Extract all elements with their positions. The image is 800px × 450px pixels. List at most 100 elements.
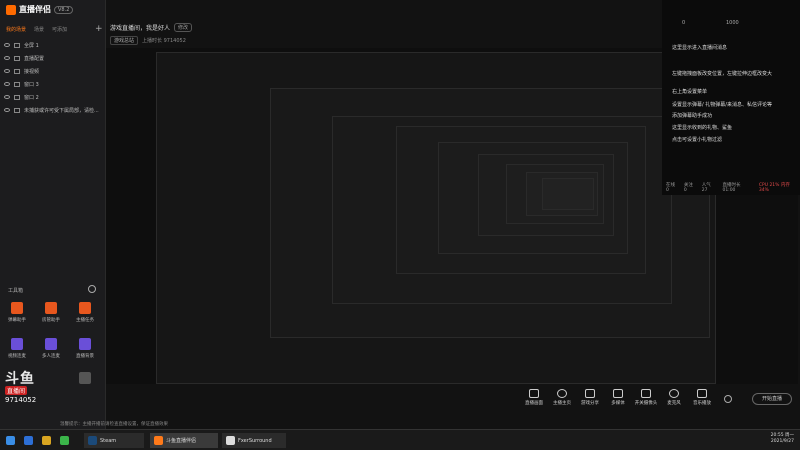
edit-title-button[interactable]: 修改 — [174, 23, 193, 32]
tool-label: 多人连麦 — [42, 354, 60, 359]
danmu-message: 这里显示进入直播间消息 — [672, 45, 728, 51]
logo-icon — [6, 4, 16, 15]
source-label: 未捕获或许可受下属局部，请检... — [24, 107, 99, 114]
settings-icon[interactable] — [724, 395, 732, 403]
windows-icon — [6, 436, 15, 445]
clock-date: 2021/9/27 — [770, 439, 794, 444]
tab-scenes[interactable]: 场景 — [34, 26, 44, 33]
tool-label: 音乐播放 — [693, 401, 711, 406]
tab-my-scenes[interactable]: 我的场景 — [6, 26, 26, 33]
tool-danmu[interactable]: 弹幕助手 — [2, 302, 32, 323]
refresh-icon[interactable] — [88, 285, 96, 293]
tool-label: 直播背景 — [76, 354, 94, 359]
eye-icon[interactable] — [4, 69, 10, 73]
taskbar-app-steam[interactable]: Steam — [84, 433, 144, 448]
folder-icon — [42, 436, 51, 445]
tool-room-admin[interactable]: 房管助手 — [36, 302, 66, 323]
preview-layer — [542, 178, 594, 210]
video-link-icon — [11, 338, 23, 350]
add-source-button[interactable]: + — [95, 24, 103, 34]
taskbar-pin[interactable] — [38, 433, 55, 448]
source-label: 接视频 — [24, 68, 40, 75]
music-button[interactable]: 音乐播放 — [686, 389, 718, 406]
source-row[interactable]: 窗口 2 — [4, 92, 104, 102]
source-row[interactable]: 接视频 — [4, 66, 104, 76]
room-subbar: 游戏总站 上播时长 9714052 — [110, 36, 186, 45]
source-row[interactable]: 全屏 1 — [4, 40, 104, 50]
tool-label: 直播画面 — [525, 401, 543, 406]
browser-icon — [60, 436, 69, 445]
tool-label: 主播任务 — [76, 318, 94, 323]
source-row[interactable]: 窗口 3 — [4, 79, 104, 89]
task-icon — [79, 302, 91, 314]
edge-icon — [24, 436, 33, 445]
tab-addable[interactable]: 可添加 — [52, 26, 67, 33]
start-button[interactable] — [2, 433, 19, 448]
source-label: 直播配置 — [24, 55, 45, 62]
window-icon — [14, 81, 20, 87]
app-name: 直播伴侣 — [19, 5, 51, 14]
taskbar-pin[interactable] — [56, 433, 73, 448]
video-icon — [14, 68, 20, 74]
source-row[interactable]: 未捕获或许可受下属局部，请检... — [4, 105, 104, 115]
tool-label: 游戏分享 — [581, 401, 599, 406]
stat-duration: 直播时长 01:00 — [722, 183, 741, 193]
stat-popularity: 人气 27 — [701, 183, 711, 193]
image-icon — [14, 55, 20, 61]
share-icon — [585, 389, 595, 398]
home-icon — [557, 389, 567, 398]
tool-label: 多媒体 — [611, 401, 625, 406]
douyu-watermark: 斗鱼 直播间 9714052 — [5, 368, 57, 404]
version-badge: V8.2 — [54, 5, 74, 14]
source-label: 窗口 2 — [24, 94, 39, 101]
taskbar: Steam 斗鱼直播伴侣 FxerSurround 20:55 周一 2021/… — [0, 429, 800, 450]
more-icon — [79, 372, 91, 384]
start-live-button[interactable]: 开始直播 — [752, 393, 792, 405]
eye-icon[interactable] — [4, 43, 10, 47]
eye-icon[interactable] — [4, 56, 10, 60]
window-icon — [14, 94, 20, 100]
eye-icon[interactable] — [4, 82, 10, 86]
douyu-icon — [154, 436, 163, 445]
app-icon — [226, 436, 235, 445]
taskbar-app-fxsurround[interactable]: FxerSurround — [222, 433, 286, 448]
tool-video-link[interactable]: 视频连麦 — [2, 338, 32, 359]
eye-icon[interactable] — [4, 95, 10, 99]
mic-icon — [669, 389, 679, 398]
tool-label: 主播主页 — [553, 401, 571, 406]
camera-icon — [641, 389, 651, 398]
background-icon — [79, 338, 91, 350]
window-icon — [14, 107, 20, 113]
taskbar-app-douyu[interactable]: 斗鱼直播伴侣 — [150, 433, 218, 448]
tool-task[interactable]: 主播任务 — [70, 302, 100, 323]
tool-label: 开关摄像头 — [634, 401, 658, 406]
monitor-icon — [14, 42, 20, 48]
room-badge: 直播间 — [5, 386, 28, 395]
app-label: 斗鱼直播伴侣 — [166, 438, 197, 444]
category-chip[interactable]: 游戏总站 — [110, 36, 139, 45]
app-window: 直播伴侣 V8.2 我的场景 场景 可添加 + 全屏 1 直播配置 接视频 窗口… — [0, 0, 800, 450]
taskbar-pin[interactable] — [20, 433, 37, 448]
app-label: FxerSurround — [238, 437, 272, 444]
source-row[interactable]: 直播配置 — [4, 53, 104, 63]
toolbox-label: 工具箱 — [8, 288, 24, 294]
source-label: 全屏 1 — [24, 42, 39, 49]
tool-more[interactable] — [70, 372, 100, 387]
stat-follow: 关注 0 — [683, 183, 693, 193]
danmu-message: 点击可设置小礼物过滤 — [672, 137, 723, 143]
app-label: Steam — [100, 437, 117, 444]
tool-label: 房管助手 — [42, 318, 60, 323]
room-title-bar: 游戏直播间，我是好人 修改 — [110, 23, 193, 32]
tool-background[interactable]: 直播背景 — [70, 338, 100, 359]
tool-label: 麦克风 — [667, 401, 681, 406]
count-left: 0 — [682, 20, 686, 26]
danmu-message: 设置显示弹幕/ 礼物弹幕/来消息、私信评论等 — [672, 102, 772, 108]
multi-link-icon — [45, 338, 57, 350]
tool-multi-link[interactable]: 多人连麦 — [36, 338, 66, 359]
danmu-panel[interactable]: 0 1000 这里显示进入直播间消息 左键拖拽面板改变位置，左键拉伸边框改变大 … — [662, 0, 800, 195]
eye-icon[interactable] — [4, 108, 10, 112]
danmu-message: 添加弹幕助手成功 — [672, 113, 713, 119]
danmu-message: 右上角设置菜单 — [672, 89, 708, 95]
system-clock[interactable]: 20:55 周一 2021/9/27 — [771, 433, 794, 445]
stream-stats: 在线 0 关注 0 人气 27 直播时长 01:00 CPU 21% 内存 34… — [666, 182, 800, 193]
